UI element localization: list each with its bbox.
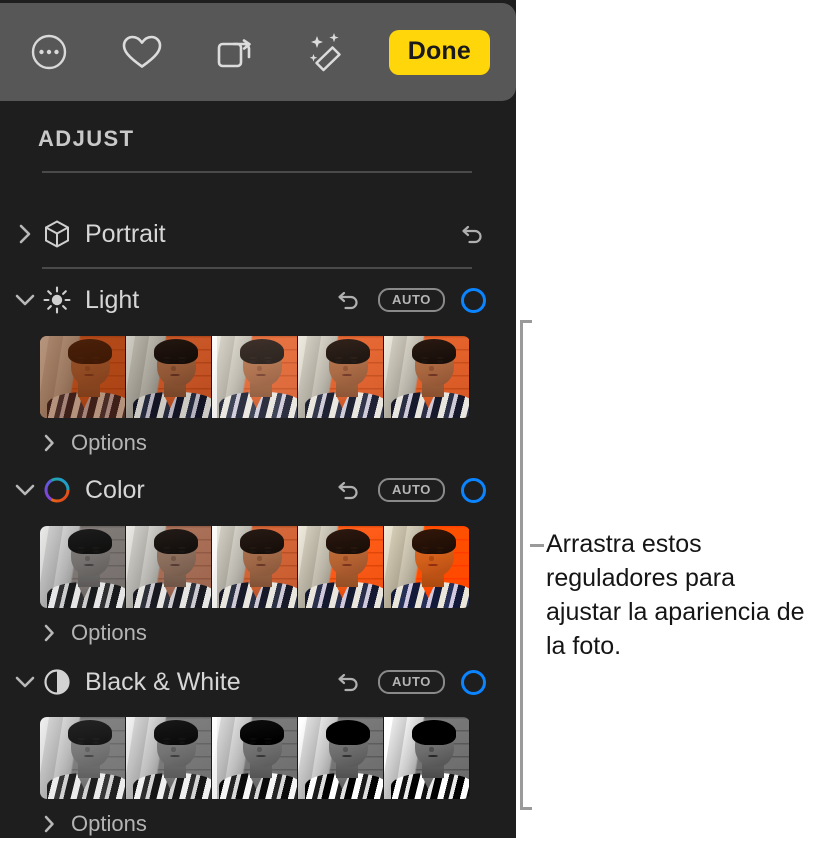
portrait-thumbnail-image [126, 526, 211, 608]
auto-button-light[interactable]: AUTO [378, 288, 445, 312]
strip-thumbnail[interactable] [384, 526, 470, 608]
strip-thumbnail[interactable] [212, 526, 298, 608]
section-row-black-and-white[interactable]: Black & White AUTO [0, 661, 516, 703]
chevron-right-icon[interactable] [38, 814, 60, 834]
options-label-color: Options [71, 620, 147, 645]
auto-enhance-button[interactable] [296, 21, 358, 83]
portrait-thumbnail-image [212, 526, 297, 608]
portrait-thumbnail-image [126, 336, 211, 418]
portrait-thumbnail-image [212, 336, 297, 418]
strip-thumbnail[interactable] [40, 717, 126, 799]
chevron-right-icon[interactable] [38, 433, 60, 453]
screenshot-root: Done ADJUST Portrait Light AUTO Options … [0, 0, 819, 843]
adjust-section-title: ADJUST [38, 126, 135, 151]
auto-button-black-and-white[interactable]: AUTO [378, 670, 445, 694]
adjust-strip-color[interactable] [40, 526, 470, 608]
section-row-light[interactable]: Light AUTO [0, 279, 516, 321]
strip-thumbnail[interactable] [384, 336, 470, 418]
strip-thumbnail[interactable] [298, 717, 384, 799]
color-wheel-icon [42, 475, 72, 505]
strip-thumbnail[interactable] [40, 336, 126, 418]
reset-arrow-icon [462, 225, 482, 244]
section-label-black-and-white: Black & White [85, 667, 241, 696]
portrait-thumbnail-image [40, 526, 125, 608]
more-options-icon [31, 34, 67, 70]
adjust-strip-light[interactable] [40, 336, 470, 418]
chevron-right-icon[interactable] [38, 623, 60, 643]
callout-text: Arrastra estos reguladores para ajustar … [546, 530, 805, 660]
callout-bracket [520, 320, 532, 810]
portrait-thumbnail-image [212, 717, 297, 799]
reset-button-black-and-white[interactable] [336, 669, 362, 695]
toggle-ring-black-and-white[interactable] [461, 669, 486, 695]
rotate-icon [218, 39, 252, 68]
options-label-light: Options [71, 430, 147, 455]
section-row-color[interactable]: Color AUTO [0, 469, 516, 511]
strip-thumbnail[interactable] [126, 717, 212, 799]
chevron-down-icon[interactable] [12, 482, 38, 498]
strip-thumbnail[interactable] [212, 717, 298, 799]
section-label-portrait: Portrait [85, 219, 166, 248]
strip-thumbnail[interactable] [298, 336, 384, 418]
strip-thumbnail[interactable] [384, 717, 470, 799]
divider-under-portrait [42, 267, 472, 269]
reset-button-portrait[interactable] [460, 221, 486, 247]
portrait-thumbnail-image [40, 336, 125, 418]
section-row-portrait[interactable]: Portrait [0, 213, 516, 255]
options-row-light[interactable]: Options [0, 426, 516, 460]
portrait-thumbnail-image [384, 526, 469, 608]
rotate-button[interactable] [203, 21, 265, 83]
favorite-heart-icon [122, 35, 161, 68]
toggle-ring-light[interactable] [461, 287, 486, 313]
strip-thumbnail[interactable] [126, 336, 212, 418]
chevron-right-icon[interactable] [12, 223, 38, 245]
toggle-ring-color[interactable] [461, 477, 486, 503]
contrast-circle-icon [42, 667, 72, 697]
strip-thumbnail[interactable] [298, 526, 384, 608]
editor-toolbar: Done [0, 3, 516, 101]
auto-button-color[interactable]: AUTO [378, 478, 445, 502]
portrait-thumbnail-image [298, 717, 383, 799]
options-row-black-and-white[interactable]: Options [0, 807, 516, 838]
portrait-thumbnail-image [298, 336, 383, 418]
divider-under-adjust [42, 171, 472, 173]
chevron-down-icon[interactable] [12, 674, 38, 690]
reset-arrow-icon [338, 673, 358, 692]
portrait-thumbnail-image [384, 717, 469, 799]
reset-button-light[interactable] [336, 287, 362, 313]
more-options-button[interactable] [18, 21, 80, 83]
adjust-panel-body: ADJUST Portrait Light AUTO Options Color… [0, 101, 516, 838]
callout-leader-line [530, 544, 544, 547]
strip-thumbnail[interactable] [40, 526, 126, 608]
reset-button-color[interactable] [336, 477, 362, 503]
portrait-thumbnail-image [126, 717, 211, 799]
strip-thumbnail[interactable] [126, 526, 212, 608]
favorite-button[interactable] [111, 21, 173, 83]
sun-icon [42, 285, 72, 315]
portrait-thumbnail-image [40, 717, 125, 799]
reset-arrow-icon [338, 481, 358, 500]
options-row-color[interactable]: Options [0, 616, 516, 650]
reset-arrow-icon [338, 291, 358, 310]
adjust-strip-black-and-white[interactable] [40, 717, 470, 799]
options-label-black-and-white: Options [71, 811, 147, 836]
section-label-color: Color [85, 475, 145, 504]
done-button[interactable]: Done [388, 29, 490, 75]
chevron-down-icon[interactable] [12, 292, 38, 308]
cube-icon [42, 219, 72, 249]
section-label-light: Light [85, 285, 140, 314]
auto-enhance-wand-icon [309, 33, 341, 72]
photo-editor-panel: Done ADJUST Portrait Light AUTO Options … [0, 0, 516, 838]
portrait-thumbnail-image [298, 526, 383, 608]
strip-thumbnail[interactable] [212, 336, 298, 418]
portrait-thumbnail-image [384, 336, 469, 418]
